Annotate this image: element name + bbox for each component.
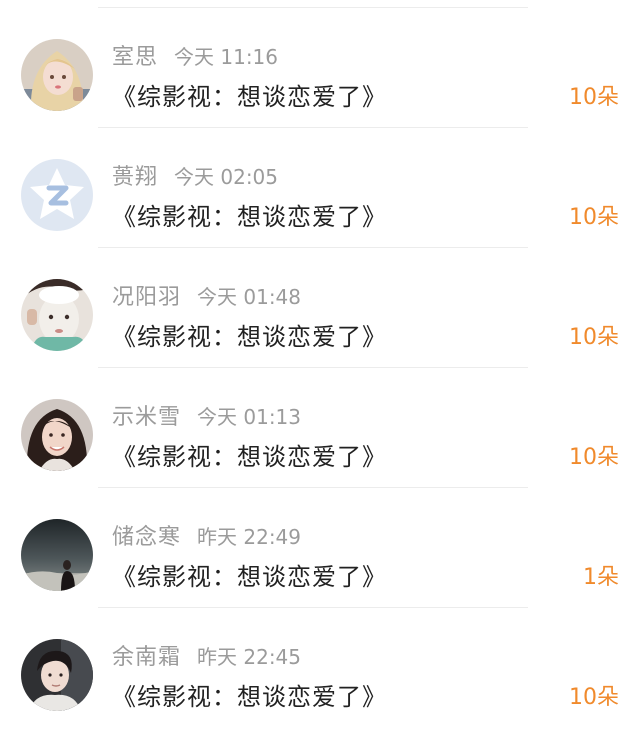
item-meta: 示米雪 今天 01:13 [112,403,301,431]
list-item[interactable]: 余南霜 昨天 22:45 《综影视：想谈恋爱了》 10朵 [0,608,640,728]
flower-count: 1朵 [583,565,619,590]
default-qq-avatar-icon[interactable] [21,159,93,231]
book-title[interactable]: 《综影视：想谈恋爱了》 [112,559,387,595]
flower-count: 10朵 [569,205,619,230]
user-name[interactable]: 况阳羽 [112,285,181,310]
book-title[interactable]: 《综影视：想谈恋爱了》 [112,439,387,475]
flower-count: 10朵 [569,445,619,470]
timestamp: 今天 02:05 [174,165,279,189]
timestamp: 今天 01:48 [197,285,302,309]
timestamp: 昨天 22:49 [197,525,302,549]
item-meta: 蒉翔 今天 02:05 [112,163,278,191]
user-name[interactable]: 示米雪 [112,405,181,430]
book-title[interactable]: 《综影视：想谈恋爱了》 [112,679,387,715]
flower-count: 10朵 [569,685,619,710]
timestamp: 今天 01:13 [197,405,302,429]
item-meta: 储念寒 昨天 22:49 [112,523,301,551]
list-item[interactable]: 况阳羽 今天 01:48 《综影视：想谈恋爱了》 10朵 [0,248,640,368]
item-meta: 余南霜 昨天 22:45 [112,643,301,671]
user-name[interactable]: 蒉翔 [112,165,158,190]
illustrated-girl-avatar-icon[interactable] [21,39,93,111]
item-meta: 室思 今天 11:16 [112,43,278,71]
user-name[interactable]: 余南霜 [112,645,181,670]
user-name[interactable]: 室思 [112,45,158,70]
face-mask-girl-avatar-icon[interactable] [21,279,93,351]
list-item[interactable]: 蒉翔 今天 02:05 《综影视：想谈恋爱了》 10朵 [0,128,640,248]
item-meta: 况阳羽 今天 01:48 [112,283,301,311]
list-item[interactable]: 储念寒 昨天 22:49 《综影视：想谈恋爱了》 1朵 [0,488,640,608]
book-title[interactable]: 《综影视：想谈恋爱了》 [112,79,387,115]
dusk-landscape-avatar-icon[interactable] [21,519,93,591]
smiling-woman-avatar-icon[interactable] [21,399,93,471]
timestamp: 今天 11:16 [174,45,279,69]
timestamp: 昨天 22:45 [197,645,302,669]
list-item[interactable]: 室思 今天 11:16 《综影视：想谈恋爱了》 10朵 [0,8,640,128]
flower-count: 10朵 [569,325,619,350]
young-man-avatar-icon[interactable] [21,639,93,711]
book-title[interactable]: 《综影视：想谈恋爱了》 [112,199,387,235]
book-title[interactable]: 《综影视：想谈恋爱了》 [112,319,387,355]
list-item[interactable]: 示米雪 今天 01:13 《综影视：想谈恋爱了》 10朵 [0,368,640,488]
user-name[interactable]: 储念寒 [112,525,181,550]
flower-count: 10朵 [569,85,619,110]
